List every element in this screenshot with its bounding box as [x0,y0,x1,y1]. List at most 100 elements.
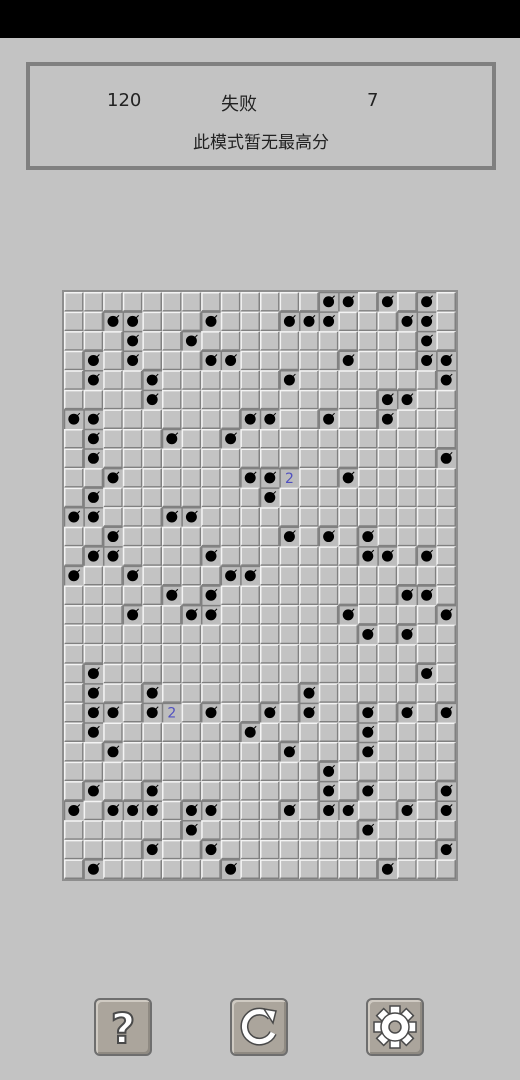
board-cell[interactable] [260,605,280,625]
board-cell[interactable] [377,507,398,527]
board-cell[interactable] [103,507,123,527]
board-cell[interactable] [162,820,182,840]
board-cell[interactable] [103,644,123,664]
board-cell[interactable] [142,409,162,429]
board-cell[interactable] [142,605,162,625]
board-cell[interactable] [416,428,437,449]
board-cell[interactable] [220,624,241,645]
board-cell[interactable] [201,526,221,547]
mine-cell[interactable] [220,428,241,449]
board-cell[interactable] [142,292,162,312]
board-cell[interactable] [436,507,456,527]
board-cell[interactable] [220,331,241,351]
mine-cell[interactable] [83,663,104,684]
mine-cell[interactable] [122,800,143,821]
board-cell[interactable] [260,742,280,762]
board-cell[interactable] [103,448,123,469]
board-cell[interactable] [397,820,417,840]
board-cell[interactable] [240,370,260,390]
board-cell[interactable] [103,350,123,371]
board-cell[interactable] [416,409,437,429]
board-cell[interactable] [64,820,84,840]
board-cell[interactable] [162,526,182,547]
board-cell[interactable] [181,565,202,586]
mine-cell[interactable] [161,428,182,449]
board-cell[interactable] [279,350,300,371]
board-cell[interactable] [338,389,358,410]
board-cell[interactable] [358,468,378,488]
board-cell[interactable] [260,565,280,586]
board-cell[interactable] [220,839,241,860]
mine-cell[interactable] [298,702,319,723]
board-cell[interactable] [181,702,202,723]
board-cell[interactable] [181,350,202,371]
mine-cell[interactable] [142,800,162,821]
board-cell[interactable] [122,644,143,664]
board-cell[interactable] [220,644,241,664]
board-cell[interactable] [83,565,104,586]
board-cell[interactable] [201,742,221,762]
board-cell[interactable] [162,311,182,332]
board-cell[interactable] [103,409,123,429]
board-cell[interactable] [338,448,358,469]
settings-button[interactable] [366,998,424,1056]
board-cell[interactable] [240,448,260,469]
board-cell[interactable] [103,624,123,645]
board-cell[interactable] [103,820,123,840]
board-cell[interactable] [338,722,358,743]
board-cell[interactable] [318,487,339,508]
board-cell[interactable] [181,370,202,390]
board-cell[interactable] [240,683,260,703]
board-cell[interactable] [83,839,104,860]
mine-cell[interactable] [240,722,260,743]
mine-cell[interactable] [298,311,319,332]
board-cell[interactable] [122,409,143,429]
board-cell[interactable] [122,624,143,645]
board-cell[interactable] [162,624,182,645]
mine-cell[interactable] [142,370,162,390]
board-cell[interactable] [220,742,241,762]
board-cell[interactable] [377,839,398,860]
board-cell[interactable] [162,409,182,429]
board-cell[interactable] [240,839,260,860]
board-cell[interactable] [240,761,260,782]
board-cell[interactable] [64,448,84,469]
board-cell[interactable] [181,624,202,645]
board-cell[interactable] [377,800,398,821]
board-cell[interactable] [279,702,300,723]
board-cell[interactable] [201,859,221,879]
mine-cell[interactable] [200,839,221,860]
board-cell[interactable] [436,468,456,488]
board-cell[interactable] [162,761,182,782]
board-cell[interactable] [318,683,339,703]
board-cell[interactable] [279,781,300,801]
mine-cell[interactable] [102,800,123,821]
board-cell[interactable] [201,663,221,684]
board-cell[interactable] [338,663,358,684]
board-cell[interactable] [436,292,456,312]
board-cell[interactable] [162,839,182,860]
board-cell[interactable] [122,507,143,527]
board-cell[interactable] [377,742,398,762]
mine-cell[interactable] [377,389,398,410]
mine-cell[interactable] [181,820,202,840]
board-cell[interactable] [142,331,162,351]
board-cell[interactable] [279,605,300,625]
mine-cell[interactable] [338,604,358,625]
board-cell[interactable] [358,585,378,606]
board-cell[interactable] [240,820,260,840]
board-cell[interactable] [64,331,84,351]
board-cell[interactable] [358,389,378,410]
board-cell[interactable] [220,487,241,508]
board-cell[interactable] [358,409,378,429]
board-cell[interactable] [397,761,417,782]
board-cell[interactable] [377,820,398,840]
mine-cell[interactable] [64,800,84,821]
mine-cell[interactable] [200,702,221,723]
mine-cell[interactable] [102,702,123,723]
board-cell[interactable] [279,663,300,684]
board-cell[interactable] [122,742,143,762]
mine-cell[interactable] [279,526,300,547]
board-cell[interactable] [260,683,280,703]
board-cell[interactable] [83,742,104,762]
